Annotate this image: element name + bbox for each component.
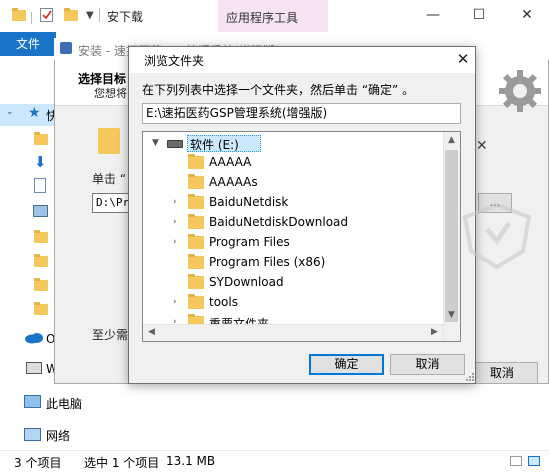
folder-icon[interactable]: [34, 230, 48, 243]
divider: [31, 12, 32, 24]
cloud-icon[interactable]: [24, 332, 44, 344]
chevron-right-icon[interactable]: ›: [173, 198, 181, 207]
folder-icon: [188, 314, 204, 324]
tree-drive-row[interactable]: ▼ 软件 (E:): [143, 134, 443, 154]
dialog-close-button[interactable]: ✕: [452, 48, 474, 70]
customize-toolbar-icon[interactable]: ▼: [86, 10, 94, 21]
status-size: 13.1 MB: [166, 454, 216, 468]
tree-folder-row[interactable]: › BaiduNetdisk: [143, 193, 443, 213]
gear-icon: [499, 70, 541, 112]
folder-icon: [188, 194, 204, 209]
watermark-shield-icon: [462, 202, 532, 270]
horizontal-scrollbar[interactable]: [143, 324, 443, 341]
folder-name: SYDownload: [209, 275, 284, 289]
folder-name: BaiduNetdiskDownload: [209, 215, 349, 229]
resize-grip-icon[interactable]: [465, 372, 475, 382]
nav-network[interactable]: 网络: [46, 427, 70, 444]
cancel-button[interactable]: 取消: [390, 354, 465, 375]
folder-icon: [188, 294, 204, 309]
details-view-icon[interactable]: [510, 456, 522, 466]
tree-folder-row[interactable]: Program Files (x86): [143, 253, 443, 273]
download-arrow-icon[interactable]: ⬇: [34, 153, 47, 171]
status-item-count: 3 个项目: [14, 456, 62, 470]
close-window-button[interactable]: ✕: [512, 4, 542, 26]
ok-button[interactable]: 确定: [309, 354, 384, 375]
folder-icon: [188, 214, 204, 229]
star-icon: ★: [28, 105, 41, 121]
new-folder-icon[interactable]: [64, 8, 78, 21]
dialog-title: 浏览文件夹: [144, 54, 205, 68]
computer-icon[interactable]: [24, 395, 41, 408]
folder-icon[interactable]: [34, 278, 48, 291]
folder-icon: [98, 128, 120, 154]
drive-icon: [167, 140, 183, 148]
drive-label: 软件 (E:): [190, 138, 239, 152]
chevron-right-icon[interactable]: ›: [173, 298, 181, 307]
folder-name: tools: [209, 295, 238, 309]
folder-icon: [12, 8, 26, 21]
folder-name: Program Files (x86): [209, 255, 326, 269]
folder-name: AAAAAs: [209, 175, 258, 189]
selected-path-field: E:\速拓医药GSP管理系统(增强版): [142, 103, 461, 124]
folder-icon: [188, 254, 204, 269]
installer-app-icon: [60, 42, 72, 54]
folder-name: 重要文件夹: [209, 317, 270, 324]
installer-cancel-button[interactable]: 取消: [466, 362, 538, 384]
document-icon[interactable]: [34, 178, 46, 193]
folder-name: Program Files: [209, 235, 290, 249]
folder-icon[interactable]: [34, 132, 48, 145]
folder-icon: [188, 234, 204, 249]
tree-folder-row[interactable]: AAAAAs: [143, 173, 443, 193]
installer-subheading: 您想将: [94, 87, 127, 100]
folder-name: BaiduNetdisk: [209, 195, 289, 209]
tree-folder-row[interactable]: › 重要文件夹: [143, 313, 443, 324]
installer-path-field[interactable]: D:\Pr: [92, 193, 130, 213]
close-icon: ✕: [476, 138, 488, 154]
folder-name: AAAAA: [209, 155, 252, 169]
tree-folder-row[interactable]: › tools: [143, 293, 443, 313]
chevron-right-icon[interactable]: ›: [173, 238, 181, 247]
scroll-left-icon[interactable]: ◀: [143, 324, 160, 341]
image-icon[interactable]: [33, 205, 48, 217]
tree-folder-row[interactable]: AAAAA: [143, 153, 443, 173]
nav-this-pc[interactable]: 此电脑: [46, 395, 82, 412]
minimize-button[interactable]: —: [418, 4, 448, 26]
installer-click-text: 单击 “: [92, 172, 127, 186]
chevron-right-icon[interactable]: ›: [173, 218, 181, 227]
folder-icon: [188, 154, 204, 169]
folder-icon: [188, 274, 204, 289]
status-selected: 选中 1 个项目: [84, 456, 160, 470]
folder-icon: [188, 174, 204, 189]
scroll-up-icon[interactable]: ▲: [443, 132, 460, 149]
folder-icon[interactable]: [34, 302, 48, 315]
user-icon[interactable]: [26, 362, 42, 374]
divider: [99, 8, 100, 22]
window-title: 安下载: [107, 10, 144, 24]
chevron-down-icon[interactable]: ⌄: [6, 107, 14, 117]
scroll-right-icon[interactable]: ▶: [426, 324, 443, 341]
large-icons-view-icon[interactable]: [528, 456, 540, 466]
scroll-down-icon[interactable]: ▼: [443, 307, 460, 324]
tree-folder-row[interactable]: SYDownload: [143, 273, 443, 293]
properties-icon[interactable]: [40, 8, 53, 22]
tab-app-tools[interactable]: 应用程序工具: [226, 9, 298, 26]
tree-folder-row[interactable]: › BaiduNetdiskDownload: [143, 213, 443, 233]
chevron-down-icon[interactable]: ▼: [152, 139, 160, 148]
tree-folder-row[interactable]: › Program Files: [143, 233, 443, 253]
installer-min-space-text: 至少需: [92, 328, 129, 342]
status-bar: [0, 450, 549, 472]
tab-file[interactable]: 文件: [0, 32, 56, 56]
maximize-button[interactable]: ☐: [464, 4, 494, 26]
dialog-prompt: 在下列列表中选择一个文件夹，然后单击 “确定” 。: [142, 83, 415, 97]
network-icon[interactable]: [24, 428, 41, 441]
folder-icon[interactable]: [34, 254, 48, 267]
